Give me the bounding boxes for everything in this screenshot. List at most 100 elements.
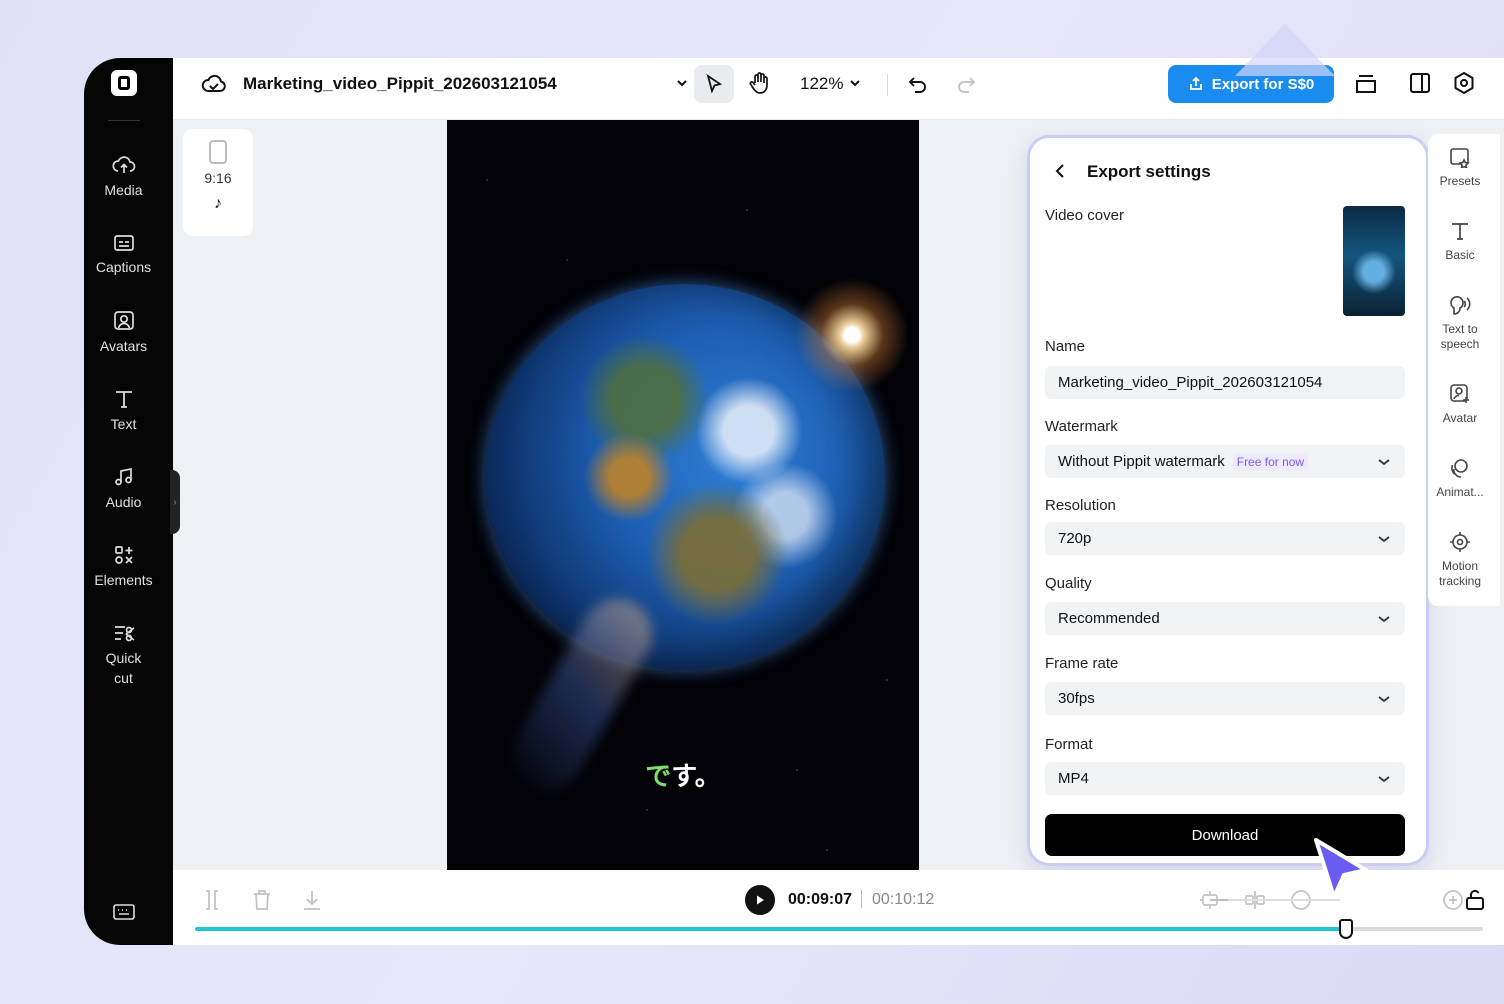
rail-item-label: Motion [1441, 559, 1479, 573]
toolbar-divider [887, 74, 888, 96]
sidebar-item-label: Captions [95, 259, 152, 275]
select-tool-button[interactable] [694, 65, 734, 103]
layers-icon [1356, 75, 1376, 93]
sidebar-item-quick-cut[interactable]: Quick cut [84, 622, 163, 688]
rail-item-motion-tracking[interactable]: Motion tracking [1428, 531, 1492, 589]
current-time: 00:09:07 [788, 891, 853, 908]
sidebar-collapse-handle[interactable]: › [170, 470, 180, 534]
rail-item-basic[interactable]: Basic [1428, 220, 1492, 263]
trash-icon [254, 890, 270, 910]
panel-title: Export settings [1087, 162, 1211, 181]
rail-item-animation[interactable]: Animat... [1428, 457, 1492, 500]
split-panel-icon [1410, 73, 1430, 93]
left-sidebar: Media Captions Avatars Text Audio Elemen… [84, 58, 173, 945]
split-button[interactable] [201, 888, 223, 917]
text-icon [115, 391, 132, 408]
redo-button[interactable] [955, 73, 977, 100]
rail-item-avatar[interactable]: Avatar [1428, 383, 1492, 426]
undo-button[interactable] [907, 73, 929, 100]
playback-bar: 00:09:07 00:10:12 [173, 870, 1504, 945]
keyboard-icon[interactable] [112, 902, 136, 927]
chevron-down-icon [1378, 459, 1390, 466]
sidebar-item-media[interactable]: Media [84, 154, 163, 200]
cloud-upload-icon [111, 156, 135, 173]
playhead-handle[interactable] [1339, 919, 1354, 939]
time-divider [861, 890, 862, 908]
sun-flare-image [787, 270, 917, 400]
sidebar-item-audio[interactable]: Audio [84, 466, 163, 512]
snap-button[interactable] [1198, 888, 1222, 917]
name-input-value: Marketing_video_Pippit_202603121054 [1058, 374, 1323, 391]
rail-item-label: Presets [1439, 174, 1481, 188]
watermark-select[interactable]: Without Pippit watermark Free for now [1045, 445, 1405, 478]
sidebar-item-label: Quick [105, 650, 142, 666]
cloud-sync-icon[interactable] [201, 73, 227, 100]
sidebar-item-label: Elements [94, 572, 153, 588]
aspect-ratio-card[interactable]: 9:16 ♪ [183, 129, 253, 236]
timeline-progress-track[interactable] [195, 927, 1483, 931]
text-icon [1452, 223, 1468, 240]
name-input[interactable]: Marketing_video_Pippit_202603121054 [1045, 366, 1405, 399]
export-button-label: Export for S$0 [1211, 75, 1315, 93]
zoom-chevron-down-icon[interactable] [848, 76, 862, 95]
sidebar-item-elements[interactable]: Elements [84, 544, 163, 590]
animation-icon [1451, 459, 1468, 478]
watermark-label: Watermark [1045, 418, 1118, 435]
project-title[interactable]: Marketing_video_Pippit_202603121054 [243, 74, 557, 94]
settings-hexagon-icon [1454, 71, 1474, 95]
resolution-select[interactable]: 720p [1045, 522, 1405, 555]
undo-icon [908, 77, 926, 93]
play-button[interactable] [745, 885, 775, 915]
chevron-down-icon[interactable] [675, 76, 689, 95]
mouse-cursor-icon [1310, 836, 1372, 911]
app-logo[interactable] [111, 70, 137, 96]
resolution-select-value: 720p [1058, 530, 1092, 547]
sidebar-item-text[interactable]: Text [84, 388, 163, 434]
settings-button[interactable] [1452, 71, 1476, 100]
aspect-ratio-label: 9:16 [204, 170, 232, 186]
video-canvas[interactable]: です。 [447, 120, 919, 870]
back-button[interactable] [1054, 163, 1068, 184]
free-badge: Free for now [1232, 452, 1309, 471]
rail-item-label: Basic [1445, 248, 1475, 262]
format-select-value: MP4 [1058, 770, 1089, 787]
sidebar-item-avatars[interactable]: Avatars [84, 310, 163, 356]
hand-tool-button[interactable] [747, 70, 773, 101]
rail-item-presets[interactable]: Presets [1428, 146, 1492, 189]
format-label: Format [1045, 736, 1093, 753]
quality-select[interactable]: Recommended [1045, 602, 1405, 635]
redo-icon [958, 77, 976, 93]
play-icon [757, 895, 764, 905]
sidebar-item-captions[interactable]: Captions [84, 233, 163, 277]
zoom-in-button[interactable] [1441, 888, 1465, 917]
rail-item-text-to-speech[interactable]: Text to speech [1428, 294, 1492, 352]
split-icon [206, 890, 218, 910]
avatar-icon [1450, 384, 1469, 403]
portrait-ratio-icon [209, 140, 227, 164]
panel-layout-button[interactable] [1408, 71, 1432, 100]
tiktok-icon[interactable]: ♪ [183, 195, 253, 213]
unlock-icon [1466, 889, 1484, 910]
chevron-left-icon [1055, 164, 1064, 178]
split-clip-button[interactable] [1243, 888, 1267, 917]
rail-item-label: Text to [1442, 322, 1478, 336]
motion-tracking-icon [1450, 532, 1470, 552]
video-subtitle[interactable]: です。 [447, 756, 919, 793]
delete-button[interactable] [251, 888, 273, 917]
chevron-down-icon [1378, 536, 1390, 543]
avatar-icon [113, 311, 134, 330]
chevron-down-icon [1378, 776, 1390, 783]
sidebar-divider [108, 120, 140, 121]
zoom-level[interactable]: 122% [800, 74, 843, 94]
download-frame-button[interactable] [301, 888, 323, 917]
rail-item-label-line2: speech [1440, 337, 1480, 351]
sidebar-item-label: Audio [105, 494, 142, 510]
format-select[interactable]: MP4 [1045, 762, 1405, 795]
captions-icon [113, 235, 134, 251]
total-time: 00:10:12 [872, 891, 935, 908]
video-cover-thumbnail[interactable] [1343, 206, 1405, 316]
sidebar-item-label: Text [110, 416, 137, 432]
layers-button[interactable] [1353, 71, 1379, 102]
frame-rate-select[interactable]: 30fps [1045, 682, 1405, 715]
share-unlock-button[interactable] [1463, 888, 1487, 917]
